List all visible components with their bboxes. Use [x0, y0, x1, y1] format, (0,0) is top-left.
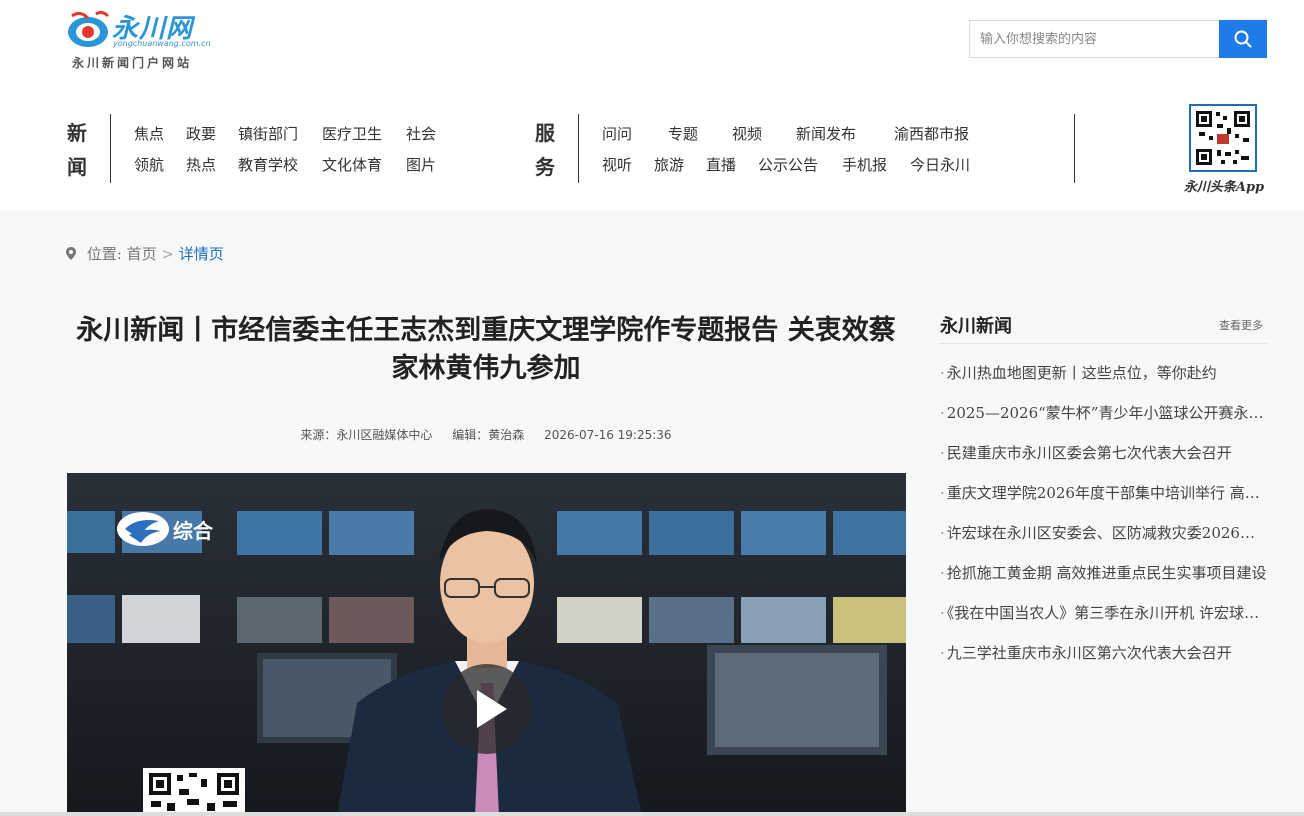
list-item[interactable]: ·2025—2026“蒙牛杯”青少年小篮球公开赛永川区赛开赛 — [940, 398, 1267, 438]
breadcrumb-current: 详情页 — [178, 245, 224, 263]
nav-item-live[interactable]: 直播 — [706, 155, 736, 175]
nav-news-label-char: 新 — [67, 121, 87, 145]
nav-item-ask[interactable]: 问问 — [602, 124, 632, 144]
list-item[interactable]: · 《我在中国当农人》第三季在永川开机 许宏球出席 — [940, 598, 1267, 638]
nav-item-yuxi-paper[interactable]: 渝西都市报 — [894, 124, 969, 144]
search-icon — [1234, 30, 1252, 48]
logo-mark-icon — [68, 10, 110, 47]
nav-divider — [1074, 114, 1075, 183]
nav-service-label-char: 服 — [535, 121, 555, 145]
nav-news-label: 新 闻 — [65, 116, 89, 184]
search-bar — [969, 20, 1267, 58]
list-item-link[interactable]: 永川热血地图更新丨这些点位，等你赴约 — [947, 364, 1217, 382]
article-editor: 编辑：黄治森 — [452, 428, 525, 442]
sidebar-news-list: · 永川热血地图更新丨这些点位，等你赴约 · 2025—2026“蒙牛杯”青少年小篮… — [940, 358, 1267, 678]
list-item[interactable]: · 重庆文理学院2026年度干部集中培训举行 高效推进 — [940, 478, 1267, 518]
nav-item-video[interactable]: 视频 — [732, 124, 762, 144]
video-frame: 综合 — [67, 473, 906, 816]
nav-item-hot[interactable]: 热点 — [186, 155, 216, 175]
logo-subtitle: 永川新闻门户网站 — [72, 56, 193, 70]
sidebar-more-link[interactable]: 查看更多 — [1219, 317, 1263, 333]
video-player[interactable]: 综合 — [67, 473, 906, 816]
nav-item-society[interactable]: 社会 — [406, 124, 436, 144]
article-source: 来源：永川区融媒体中心 — [300, 428, 433, 442]
list-item-link[interactable]: 许宏球在永川区安委会、区防减救灾委2026年第二次全体会议上强调 — [947, 524, 1267, 542]
sidebar-title: 永川新闻 — [940, 316, 1012, 337]
list-item[interactable]: · 民建重庆市永川区委会第七次代表大会召开 — [940, 438, 1267, 478]
article-meta: 来源：永川区融媒体中心 编辑：黄治森 2026-07-16 19:25:36 — [67, 426, 905, 443]
nav-item-health[interactable]: 医疗卫生 — [322, 124, 382, 144]
breadcrumb-prefix: 位置: — [86, 245, 122, 263]
app-label: 永川头条App — [1183, 180, 1265, 195]
horizontal-scrollbar[interactable] — [0, 812, 1304, 816]
site-header: 永川网 yongchuanwang.com.cn 永川新闻门户网站 新 闻 焦点… — [0, 0, 1304, 210]
breadcrumb: 位置: 首页 > 详情页 — [66, 243, 224, 264]
nav-news-label-char: 闻 — [67, 155, 87, 179]
nav-item-politics[interactable]: 政要 — [186, 124, 216, 144]
article-datetime: 2026-07-16 19:25:36 — [544, 428, 672, 442]
channel-label: 综合 — [173, 519, 214, 543]
search-button[interactable] — [1219, 20, 1267, 58]
location-pin-icon — [66, 247, 76, 260]
list-item-link[interactable]: 九三学社重庆市永川区第六次代表大会召开 — [947, 644, 1232, 662]
nav-item-press[interactable]: 新闻发布 — [796, 124, 856, 144]
nav-item-focus[interactable]: 焦点 — [134, 124, 164, 144]
site-logo[interactable]: 永川网 yongchuanwang.com.cn 永川新闻门户网站 — [66, 8, 216, 72]
nav-item-lead[interactable]: 领航 — [134, 155, 164, 175]
nav-item-culture[interactable]: 文化体育 — [322, 155, 382, 175]
list-item-link[interactable]: 重庆文理学院2026年度干部集中培训举行 高效推进 — [947, 484, 1267, 502]
nav-item-travel[interactable]: 旅游 — [654, 155, 684, 175]
article-title: 永川新闻丨市经信委主任王志杰到重庆文理学院作专题报告 关衷效蔡家林黄伟九参加 — [76, 315, 896, 384]
nav-item-mobile-paper[interactable]: 手机报 — [842, 155, 887, 175]
list-item[interactable]: · 抢抓施工黄金期 高效推进重点民生实事项目建设 — [940, 558, 1267, 598]
nav-divider — [578, 114, 579, 183]
play-icon[interactable] — [442, 664, 532, 754]
nav-item-notices[interactable]: 公示公告 — [758, 155, 818, 175]
nav-item-audiovisual[interactable]: 视听 — [602, 155, 632, 175]
qr-code-graphic — [1196, 111, 1250, 165]
qr-code-icon — [1189, 104, 1257, 172]
app-download[interactable]: 永川头条App — [1178, 104, 1270, 196]
nav-divider — [110, 114, 111, 183]
nav-item-today-yongchuan[interactable]: 今日永川 — [910, 155, 970, 175]
nav-item-towns[interactable]: 镇街部门 — [238, 124, 298, 144]
breadcrumb-home[interactable]: 首页 — [127, 245, 157, 263]
list-item-link[interactable]: 《我在中国当农人》第三季在永川开机 许宏球出席 — [947, 604, 1267, 622]
breadcrumb-separator: > — [161, 245, 174, 263]
nav-service-label-char: 务 — [535, 155, 555, 179]
list-item-link[interactable]: 抢抓施工黄金期 高效推进重点民生实事项目建设 — [947, 564, 1267, 582]
list-item[interactable]: · 九三学社重庆市永川区第六次代表大会召开 — [940, 638, 1267, 678]
logo-domain: yongchuanwang.com.cn — [113, 39, 211, 48]
list-item-link[interactable]: 民建重庆市永川区委会第七次代表大会召开 — [947, 444, 1232, 462]
nav-item-topics[interactable]: 专题 — [668, 124, 698, 144]
nav-service-label: 服 务 — [533, 116, 557, 184]
qr-code-icon — [143, 768, 245, 816]
list-item[interactable]: ·许宏球在永川区安委会、区防减救灾委2026年第二次全体会议上强调 — [940, 518, 1267, 558]
nav-item-education[interactable]: 教育学校 — [238, 155, 298, 175]
sidebar-divider — [940, 343, 1267, 344]
channel-logo-icon — [117, 512, 169, 546]
list-item-link[interactable]: 2025—2026“蒙牛杯”青少年小篮球公开赛永川区赛开赛 — [947, 404, 1267, 422]
search-input[interactable] — [969, 20, 1219, 58]
nav-item-pictures[interactable]: 图片 — [406, 155, 436, 175]
list-item[interactable]: · 永川热血地图更新丨这些点位，等你赴约 — [940, 358, 1267, 398]
